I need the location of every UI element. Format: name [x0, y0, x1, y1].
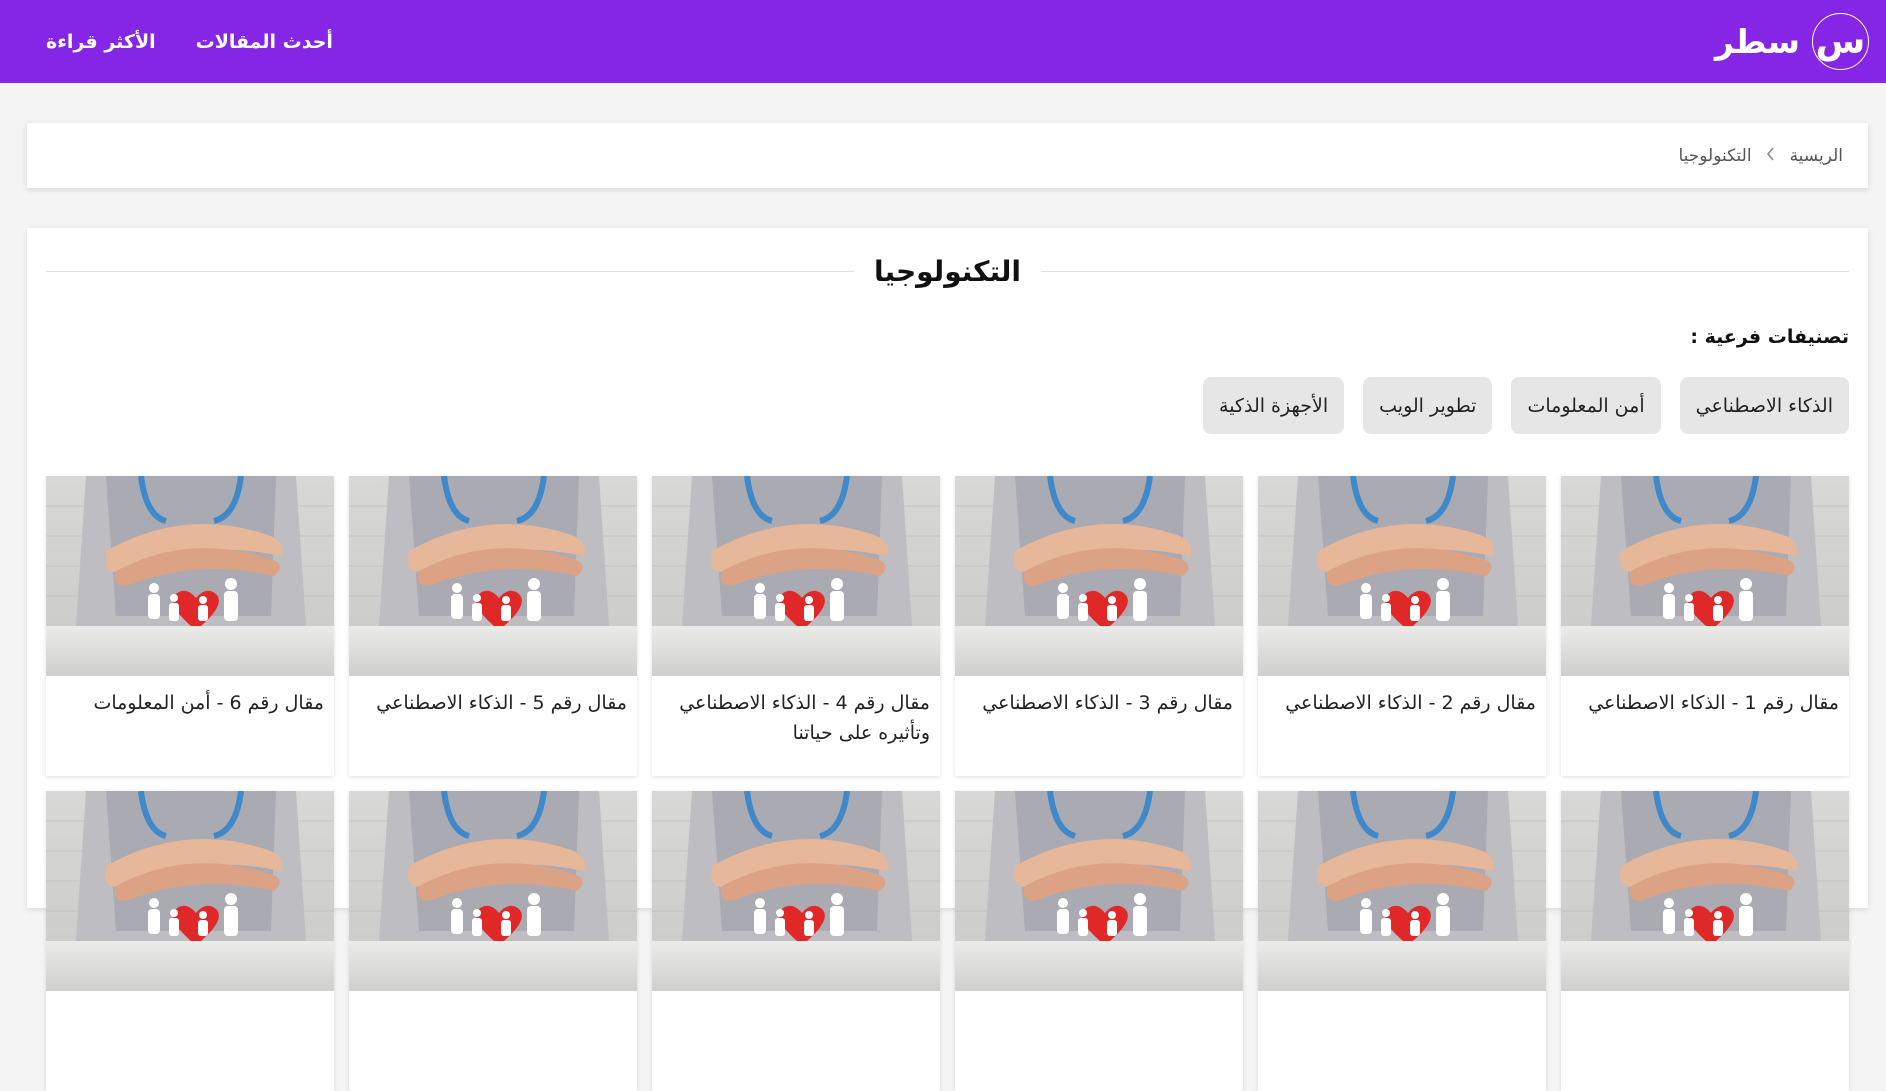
article-thumbnail[interactable]: [349, 476, 637, 676]
article-title[interactable]: مقال رقم 1 - الذكاء الاصطناعي: [1561, 676, 1849, 718]
site-brand[interactable]: س سطر: [1715, 13, 1869, 70]
article-thumbnail[interactable]: [652, 791, 940, 991]
subcategory-infosec[interactable]: أمن المعلومات: [1511, 377, 1661, 434]
article-thumbnail[interactable]: [46, 791, 334, 991]
article-title[interactable]: مقال رقم 3 - الذكاء الاصطناعي: [955, 676, 1243, 718]
article-thumbnail[interactable]: [1561, 791, 1849, 991]
breadcrumb-home[interactable]: الريسية: [1790, 146, 1843, 166]
subcategory-ai[interactable]: الذكاء الاصطناعي: [1679, 377, 1849, 434]
top-navbar: س سطر أحدث المقالات الأكثر قراءة: [0, 0, 1886, 83]
article-card[interactable]: مقال رقم 4 - الذكاء الاصطناعي وتأثيره عل…: [652, 476, 940, 776]
article-title[interactable]: [349, 991, 637, 1003]
section-header: التكنولوجيا: [46, 246, 1849, 296]
logo-icon[interactable]: س: [1812, 13, 1869, 70]
article-card[interactable]: مقال رقم 1 - الذكاء الاصطناعي: [1561, 476, 1849, 776]
subcategory-web-dev[interactable]: تطوير الويب: [1363, 377, 1493, 434]
article-card[interactable]: [652, 791, 940, 1091]
article-title[interactable]: [652, 991, 940, 1003]
article-thumbnail[interactable]: [349, 791, 637, 991]
article-title[interactable]: [1561, 991, 1849, 1003]
chevron-left-icon: [1766, 145, 1776, 166]
article-card[interactable]: [46, 791, 334, 1091]
breadcrumb: الريسية التكنولوجيا: [27, 123, 1868, 188]
nav-latest-articles[interactable]: أحدث المقالات: [196, 31, 333, 53]
article-thumbnail[interactable]: [1258, 791, 1546, 991]
article-title[interactable]: [46, 991, 334, 1003]
breadcrumb-current: التكنولوجيا: [1678, 145, 1752, 166]
article-thumbnail[interactable]: [1561, 476, 1849, 676]
article-card[interactable]: مقال رقم 5 - الذكاء الاصطناعي: [349, 476, 637, 776]
divider: [46, 270, 854, 272]
article-thumbnail[interactable]: [1258, 476, 1546, 676]
article-title[interactable]: مقال رقم 4 - الذكاء الاصطناعي وتأثيره عل…: [652, 676, 940, 748]
divider: [1041, 270, 1849, 272]
subcategory-smart-devices[interactable]: الأجهزة الذكية: [1203, 377, 1345, 434]
article-card[interactable]: مقال رقم 2 - الذكاء الاصطناعي: [1258, 476, 1546, 776]
article-card[interactable]: [1258, 791, 1546, 1091]
category-content: التكنولوجيا تصنيفات فرعية : الذكاء الاصط…: [27, 228, 1868, 1091]
main-nav: أحدث المقالات الأكثر قراءة: [46, 31, 333, 53]
article-title[interactable]: [955, 991, 1243, 1003]
article-card[interactable]: مقال رقم 3 - الذكاء الاصطناعي: [955, 476, 1243, 776]
article-card[interactable]: [1561, 791, 1849, 1091]
article-card[interactable]: [349, 791, 637, 1091]
article-thumbnail[interactable]: [46, 476, 334, 676]
page-title: التكنولوجيا: [874, 254, 1021, 288]
articles-grid: مقال رقم 1 - الذكاء الاصطناعي مقال رقم 2…: [46, 476, 1849, 1091]
article-title[interactable]: مقال رقم 2 - الذكاء الاصطناعي: [1258, 676, 1546, 718]
article-thumbnail[interactable]: [955, 791, 1243, 991]
article-title[interactable]: مقال رقم 6 - أمن المعلومات: [46, 676, 334, 718]
article-card[interactable]: مقال رقم 6 - أمن المعلومات: [46, 476, 334, 776]
article-thumbnail[interactable]: [955, 476, 1243, 676]
subcategories-list: الذكاء الاصطناعي أمن المعلومات تطوير الو…: [1203, 377, 1849, 434]
article-title[interactable]: [1258, 991, 1546, 1003]
article-card[interactable]: [955, 791, 1243, 1091]
subcategories-heading: تصنيفات فرعية :: [1690, 326, 1849, 348]
nav-most-read[interactable]: الأكثر قراءة: [46, 31, 156, 53]
brand-name[interactable]: سطر: [1715, 22, 1800, 61]
article-title[interactable]: مقال رقم 5 - الذكاء الاصطناعي: [349, 676, 637, 718]
article-thumbnail[interactable]: [652, 476, 940, 676]
